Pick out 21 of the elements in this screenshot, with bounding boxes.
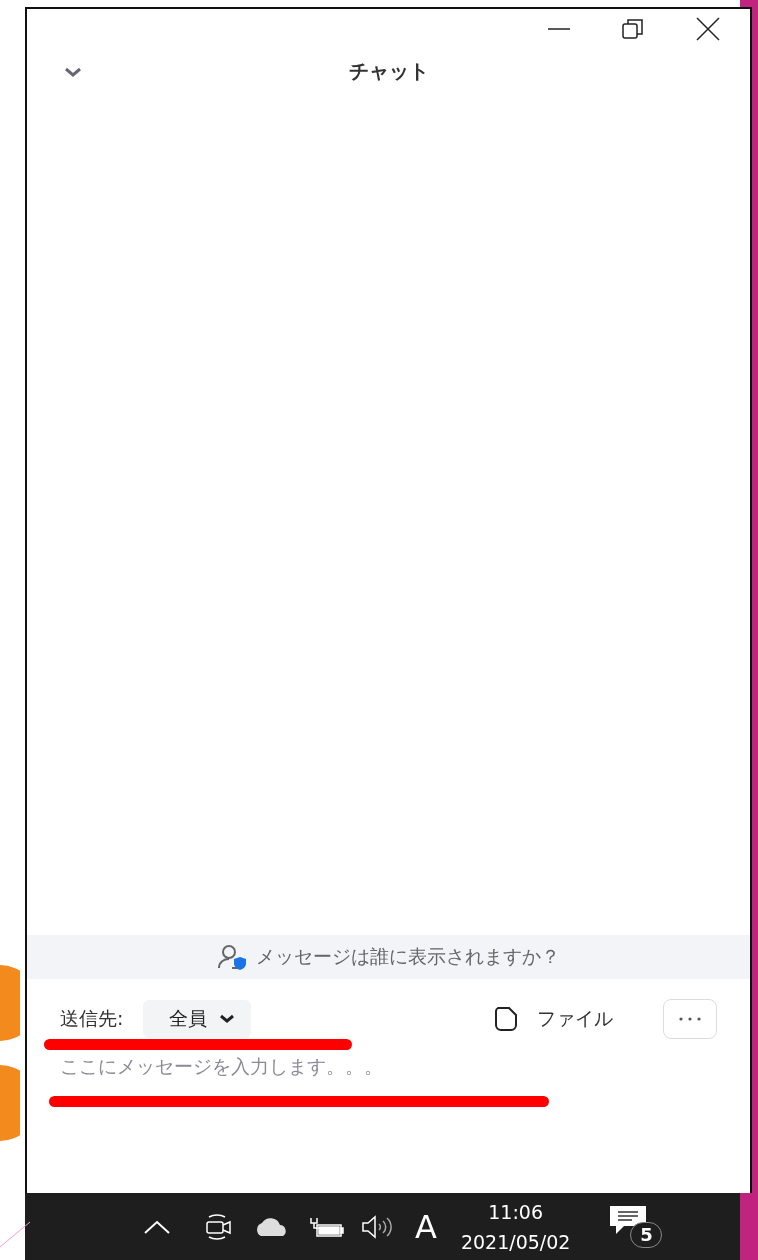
camera-icon[interactable] [205,1211,233,1242]
chevron-down-icon [219,1014,236,1024]
close-icon[interactable] [696,17,720,41]
more-icon [679,1017,701,1021]
chevron-down-icon[interactable] [63,65,83,78]
clock-time[interactable]: 11:06 [488,1196,544,1227]
recipient-dropdown[interactable]: 全員 [143,1000,252,1038]
recipient-label: 送信先: [60,1006,124,1031]
document-icon [493,1006,519,1032]
file-button[interactable]: ファイル [493,1006,613,1032]
chevron-up-icon[interactable] [143,1218,171,1235]
input-method-indicator[interactable]: A [415,1207,437,1246]
person-shield-icon [217,944,248,970]
speaker-icon[interactable] [361,1214,393,1239]
clock-date[interactable]: 2021/05/02 [460,1226,571,1257]
minimize-icon[interactable] [548,27,570,31]
window-title: チャット [348,58,429,85]
privacy-note[interactable]: メッセージは誰に表示されますか？ [255,944,560,970]
notification-count: 5 [630,1221,663,1248]
battery-icon[interactable] [309,1215,345,1238]
restore-icon[interactable] [622,18,644,40]
